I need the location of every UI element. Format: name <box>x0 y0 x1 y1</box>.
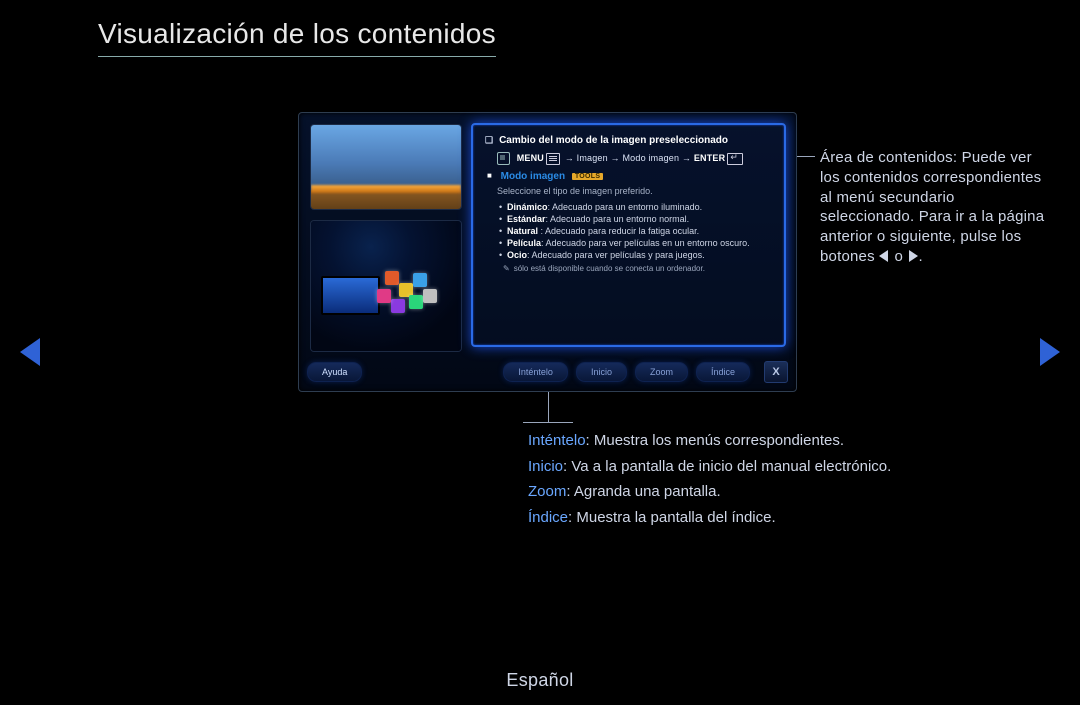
index-button[interactable]: Índice <box>696 362 750 382</box>
nav-next-icon[interactable] <box>1040 338 1060 366</box>
right-body: Puede ver los contenidos correspondiente… <box>820 149 1044 265</box>
section-label-text: Modo imagen <box>501 171 565 182</box>
line-item: Zoom: Agranda una pantalla. <box>528 479 968 505</box>
option-desc: : Adecuado para reducir la fatiga ocular… <box>538 226 699 236</box>
preview-image-landscape <box>311 125 461 209</box>
list-item: Estándar: Adecuado para un entorno norma… <box>499 214 772 224</box>
button-bar: Ayuda Inténtelo Inicio Zoom Índice X <box>299 359 796 385</box>
button-explainer: Inténtelo: Muestra los menús correspondi… <box>528 428 968 530</box>
option-kw: Estándar <box>507 214 546 224</box>
triangle-left-icon <box>879 250 888 262</box>
crumb-part-1: Imagen <box>577 153 608 163</box>
footnote: sólo está disponible cuando se conecta u… <box>503 264 772 273</box>
line-kw: Inténtelo <box>528 432 586 449</box>
language-label: Español <box>0 670 1080 691</box>
right-heading: Área de contenidos: <box>820 149 957 166</box>
preview-image-media <box>311 221 461 351</box>
content-area: Cambio del modo de la imagen preseleccio… <box>471 123 786 347</box>
line-kw: Zoom <box>528 483 566 500</box>
menu-icon <box>546 153 560 165</box>
page-title: Visualización de los contenidos <box>98 18 496 57</box>
remote-icon <box>497 152 510 165</box>
tv-screenshot: Cambio del modo de la imagen preseleccio… <box>298 112 797 392</box>
option-desc: : Adecuado para ver películas en un ento… <box>541 238 750 248</box>
right-period: . <box>918 248 922 265</box>
option-kw: Natural <box>507 226 538 236</box>
try-button[interactable]: Inténtelo <box>503 362 568 382</box>
home-button[interactable]: Inicio <box>576 362 627 382</box>
line-kw: Inicio <box>528 458 563 475</box>
option-kw: Película <box>507 238 541 248</box>
help-button[interactable]: Ayuda <box>307 362 362 382</box>
enter-icon <box>727 153 743 165</box>
options-list: Dinámico: Adecuado para un entorno ilumi… <box>489 202 772 260</box>
line-item: Índice: Muestra la pantalla del índice. <box>528 505 968 531</box>
tools-badge: TOOLS <box>572 173 603 180</box>
breadcrumb: MENU → Imagen → Modo imagen → ENTER <box>497 152 772 165</box>
line-item: Inténtelo: Muestra los menús correspondi… <box>528 428 968 454</box>
crumb-part-2: Modo imagen <box>622 153 679 163</box>
list-item: Dinámico: Adecuado para un entorno ilumi… <box>499 202 772 212</box>
line-desc: : Agranda una pantalla. <box>566 483 720 500</box>
close-button[interactable]: X <box>764 361 788 383</box>
section-label: Modo imagen TOOLS <box>487 171 772 182</box>
crumb-enter-label: ENTER <box>694 153 726 163</box>
line-desc: : Muestra la pantalla del índice. <box>568 509 776 526</box>
line-desc: : Va a la pantalla de inicio del manual … <box>563 458 891 475</box>
nav-prev-icon[interactable] <box>20 338 40 366</box>
line-kw: Índice <box>528 509 568 526</box>
section-subtext: Seleccione el tipo de imagen preferido. <box>497 186 772 196</box>
list-item: Ocio: Adecuado para ver películas y para… <box>499 250 772 260</box>
option-kw: Ocio <box>507 250 527 260</box>
option-desc: : Adecuado para un entorno iluminado. <box>548 202 703 212</box>
line-desc: : Muestra los menús correspondientes. <box>586 432 844 449</box>
list-item: Película: Adecuado para ver películas en… <box>499 238 772 248</box>
zoom-button[interactable]: Zoom <box>635 362 688 382</box>
content-area-explainer: Área de contenidos: Puede ver los conten… <box>820 148 1052 267</box>
callout-line <box>523 422 573 423</box>
option-desc: : Adecuado para ver películas y para jue… <box>527 250 705 260</box>
option-kw: Dinámico <box>507 202 548 212</box>
right-or-word: o <box>895 248 904 265</box>
option-desc: : Adecuado para un entorno normal. <box>546 214 690 224</box>
callout-line <box>548 392 549 422</box>
content-header: Cambio del modo de la imagen preseleccio… <box>485 135 772 146</box>
crumb-menu-label: MENU <box>517 153 544 163</box>
callout-line <box>797 156 815 157</box>
thumbnail-column <box>311 125 461 351</box>
list-item: Natural : Adecuado para reducir la fatig… <box>499 226 772 236</box>
line-item: Inicio: Va a la pantalla de inicio del m… <box>528 454 968 480</box>
